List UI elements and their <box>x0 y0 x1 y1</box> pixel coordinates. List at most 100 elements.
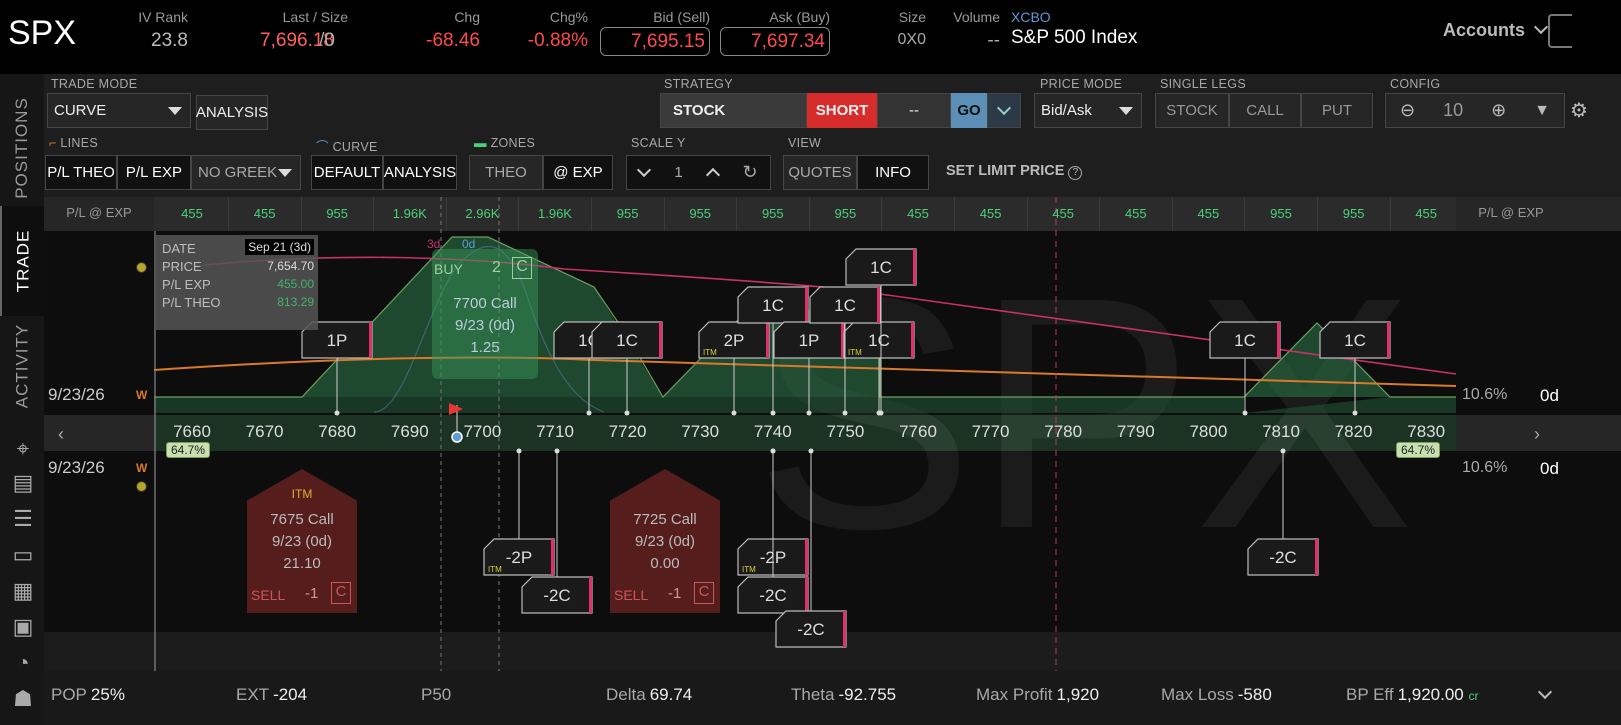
leg-short[interactable]: -2C <box>737 576 809 614</box>
leg-long[interactable]: 1C <box>591 321 663 359</box>
header-divider <box>300 197 302 231</box>
chevron-up-icon[interactable] <box>705 167 720 183</box>
quantity-field[interactable]: -- <box>877 93 951 128</box>
price-mode-select[interactable]: Bid/Ask <box>1034 93 1142 128</box>
help-icon[interactable]: ? <box>1068 166 1083 180</box>
leg-label: -2C <box>543 586 570 605</box>
tv-icon[interactable]: ▭ <box>10 542 36 568</box>
strike-label[interactable]: 7690 <box>374 422 446 442</box>
strike-label[interactable]: 7810 <box>1245 422 1317 442</box>
strike-label[interactable]: 7740 <box>737 422 809 442</box>
strike-label[interactable]: 7720 <box>592 422 664 442</box>
tab-positions[interactable]: POSITIONS <box>0 92 44 204</box>
symbol[interactable]: SPX <box>8 14 76 53</box>
users-icon[interactable]: ☗ <box>10 686 36 712</box>
theta-value: -92.755 <box>838 685 897 704</box>
dot-bottom[interactable] <box>136 481 147 492</box>
chevron-down-icon[interactable] <box>637 162 652 178</box>
leg-label: 1C <box>868 331 890 350</box>
pl-exp-toggle[interactable]: P/L EXP <box>117 155 191 190</box>
pop-stat: POP 25% <box>51 685 125 705</box>
set-limit-price-link[interactable]: SET LIMIT PRICE ? <box>946 163 1083 180</box>
ask-box[interactable]: 7,697.34 <box>720 27 830 56</box>
header-divider <box>736 197 738 231</box>
volume-label: Volume <box>953 9 1000 25</box>
strike-label[interactable]: 7770 <box>955 422 1027 442</box>
gear-icon[interactable]: ⚙ <box>1570 98 1592 122</box>
leg-short[interactable]: -2P ITM <box>483 538 555 576</box>
strike-label[interactable]: 7800 <box>1172 422 1244 442</box>
strike-label[interactable]: 7760 <box>882 422 954 442</box>
reset-icon[interactable]: ↻ <box>742 162 757 183</box>
go-button[interactable]: GO <box>951 93 987 128</box>
view-info-toggle[interactable]: INFO <box>857 155 929 190</box>
strike-label[interactable]: 7680 <box>301 422 373 442</box>
curve-default-label: DEFAULT <box>313 164 381 181</box>
zone-theo-toggle[interactable]: THEO <box>469 155 543 190</box>
dashboard-icon[interactable]: ▣ <box>10 614 36 640</box>
chart-book-icon[interactable]: ▤ <box>10 470 36 496</box>
strike-label[interactable]: 7700 <box>446 422 518 442</box>
bid-box[interactable]: 7,695.15 <box>600 27 710 56</box>
pl-theo-toggle[interactable]: P/L THEO <box>45 155 117 190</box>
leg-long[interactable]: 1P <box>773 321 845 359</box>
leg-long[interactable]: 1C <box>809 286 881 324</box>
strike-label[interactable]: 7780 <box>1027 422 1099 442</box>
go-dropdown[interactable] <box>987 93 1021 128</box>
header-divider <box>808 197 810 231</box>
strike-label[interactable]: 7670 <box>229 422 301 442</box>
leg-dot <box>334 410 340 416</box>
analysis-button[interactable]: ANALYSIS <box>196 95 268 130</box>
filter-icon[interactable]: ▼ <box>1534 102 1550 120</box>
tab-activity[interactable]: ACTIVITY <box>0 318 44 414</box>
chart-grid-icon[interactable]: ▦ <box>10 578 36 604</box>
chevron-left-icon[interactable]: ‹ <box>58 424 64 445</box>
panel-toggle[interactable] <box>1548 14 1572 48</box>
list-icon[interactable]: ☰ <box>10 506 36 532</box>
chevron-right-icon[interactable]: › <box>1534 424 1540 445</box>
zone-exp-toggle[interactable]: @ EXP <box>543 155 613 190</box>
leg-stock-button[interactable]: STOCK <box>1155 93 1229 128</box>
leg-short[interactable]: -2C <box>775 610 847 648</box>
strike-label[interactable]: 7790 <box>1100 422 1172 442</box>
leg-short[interactable]: -2C <box>1247 538 1319 576</box>
greek-select[interactable]: NO GREEK <box>191 155 301 190</box>
leg-long[interactable]: 1C <box>1319 321 1391 359</box>
sell-order-card[interactable]: ITM 7675 Call 9/23 (0d) 21.10 SELL -1 C <box>247 469 357 613</box>
curve-analysis-toggle[interactable]: ANALYSIS <box>383 155 457 190</box>
chevron-down-icon[interactable] <box>1537 684 1553 700</box>
sell-line3: 21.10 <box>283 555 321 572</box>
gauge-icon[interactable]: ◔ <box>10 650 36 676</box>
leg-long[interactable]: 1C ITM <box>843 321 915 359</box>
leg-long[interactable]: 2P ITM <box>698 321 770 359</box>
zoom-in-icon[interactable]: ⊕ <box>1491 100 1506 121</box>
crosshair-icon[interactable]: ⌖ <box>10 436 36 462</box>
sell-qty: -1 <box>305 585 319 602</box>
zoom-out-icon[interactable]: ⊖ <box>1400 100 1415 121</box>
leg-call-button[interactable]: CALL <box>1229 93 1301 128</box>
leg-long[interactable]: 1C <box>737 286 809 324</box>
dot-top[interactable] <box>136 262 147 273</box>
leg-short[interactable]: -2C <box>521 576 593 614</box>
view-quotes-toggle[interactable]: QUOTES <box>783 155 857 190</box>
strike-label[interactable]: 7830 <box>1390 422 1462 442</box>
side-short-button[interactable]: SHORT <box>807 93 877 128</box>
curve-default-toggle[interactable]: DEFAULT <box>311 155 383 190</box>
trade-mode-select[interactable]: CURVE <box>47 93 191 128</box>
strike-label[interactable]: 7660 <box>156 422 228 442</box>
sell-order-card[interactable]: 7725 Call 9/23 (0d) 0.00 SELL -1 C <box>610 469 720 613</box>
leg-dot <box>806 410 812 416</box>
strike-label[interactable]: 7730 <box>664 422 736 442</box>
accounts-button[interactable]: Accounts <box>1443 19 1549 41</box>
leg-long[interactable]: 1C <box>1209 321 1281 359</box>
risk-chart[interactable]: SPX 1P 1C 1C 2P ITM 1C 1P 1C ITM 1C 1C 1C 1C -2P ITM -2… <box>44 197 1621 671</box>
leg-long[interactable]: 1C <box>845 248 917 286</box>
strategy-select[interactable]: STOCK <box>660 93 807 128</box>
strike-label[interactable]: 7750 <box>809 422 881 442</box>
tab-trade[interactable]: TRADE <box>0 206 44 316</box>
config-group: ⊖ 10 ⊕ ▼ <box>1385 93 1565 128</box>
leg-put-button[interactable]: PUT <box>1301 93 1373 128</box>
strike-label[interactable]: 7710 <box>519 422 591 442</box>
header-divider <box>1026 197 1028 231</box>
strike-label[interactable]: 7820 <box>1318 422 1390 442</box>
